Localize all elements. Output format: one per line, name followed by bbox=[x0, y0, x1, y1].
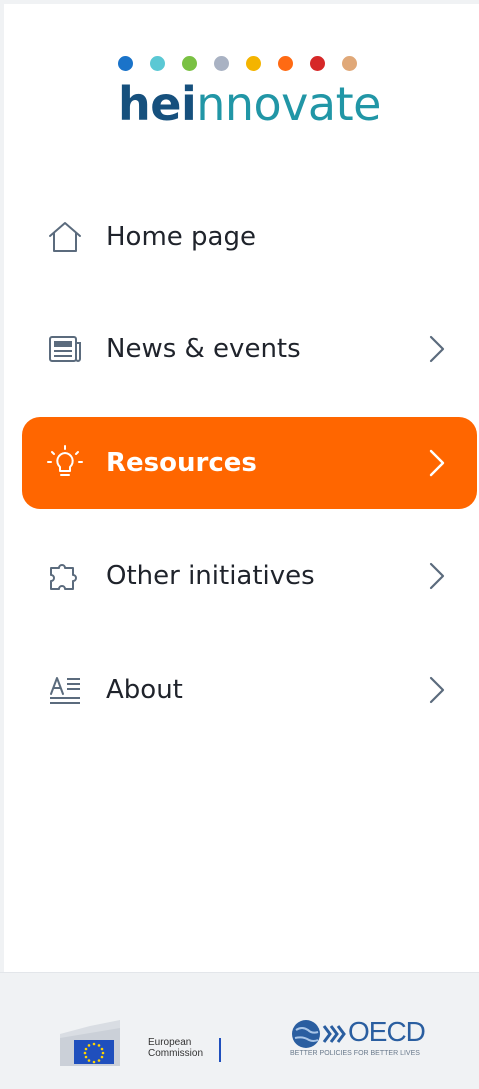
european-commission-logo[interactable] bbox=[60, 1020, 230, 1066]
newspaper-icon bbox=[49, 336, 81, 362]
logo-dot bbox=[182, 56, 197, 71]
logo-dot bbox=[278, 56, 293, 71]
nav-item-resources[interactable]: Resources bbox=[22, 417, 477, 509]
nav-item-other-initiatives[interactable]: Other initiatives bbox=[22, 530, 477, 622]
chevron-right-icon bbox=[429, 335, 445, 363]
home-icon bbox=[49, 222, 81, 252]
chevron-right-icon bbox=[429, 562, 445, 590]
logo-wordmark-hei: hei bbox=[118, 77, 197, 131]
heinnovate-logo[interactable]: heinnovate bbox=[4, 4, 479, 154]
logo-dots bbox=[118, 56, 357, 72]
oecd-tagline: BETTER POLICIES FOR BETTER LIVES bbox=[290, 1050, 420, 1057]
european-commission-text: European Commission bbox=[148, 1037, 204, 1059]
chevron-right-icon bbox=[429, 449, 445, 477]
text-document-icon bbox=[50, 677, 80, 704]
nav-item-label: About bbox=[106, 675, 183, 705]
logo-dot bbox=[150, 56, 165, 71]
nav-item-label: Home page bbox=[106, 222, 256, 252]
oecd-wordmark: OECD bbox=[348, 1016, 426, 1047]
logo-dot bbox=[214, 56, 229, 71]
nav-item-about[interactable]: About bbox=[22, 644, 477, 736]
nav-item-label: News & events bbox=[106, 334, 301, 364]
nav-item-label: Other initiatives bbox=[106, 561, 315, 591]
nav-item-label: Resources bbox=[106, 448, 257, 478]
nav-item-home[interactable]: Home page bbox=[22, 191, 477, 283]
logo-dot bbox=[118, 56, 133, 71]
logo-wordmark-innovate: nnovate bbox=[196, 77, 381, 131]
logo-wordmark: heinnovate bbox=[118, 76, 381, 132]
lightbulb-icon bbox=[47, 445, 83, 476]
logo-dot bbox=[310, 56, 325, 71]
logo-dot bbox=[246, 56, 261, 71]
nav-item-news-events[interactable]: News & events bbox=[22, 303, 477, 395]
sidebar-panel: heinnovate Home page News & events Resou… bbox=[4, 4, 479, 972]
logo-dot bbox=[342, 56, 357, 71]
chevron-right-icon bbox=[429, 676, 445, 704]
puzzle-icon bbox=[50, 564, 77, 590]
